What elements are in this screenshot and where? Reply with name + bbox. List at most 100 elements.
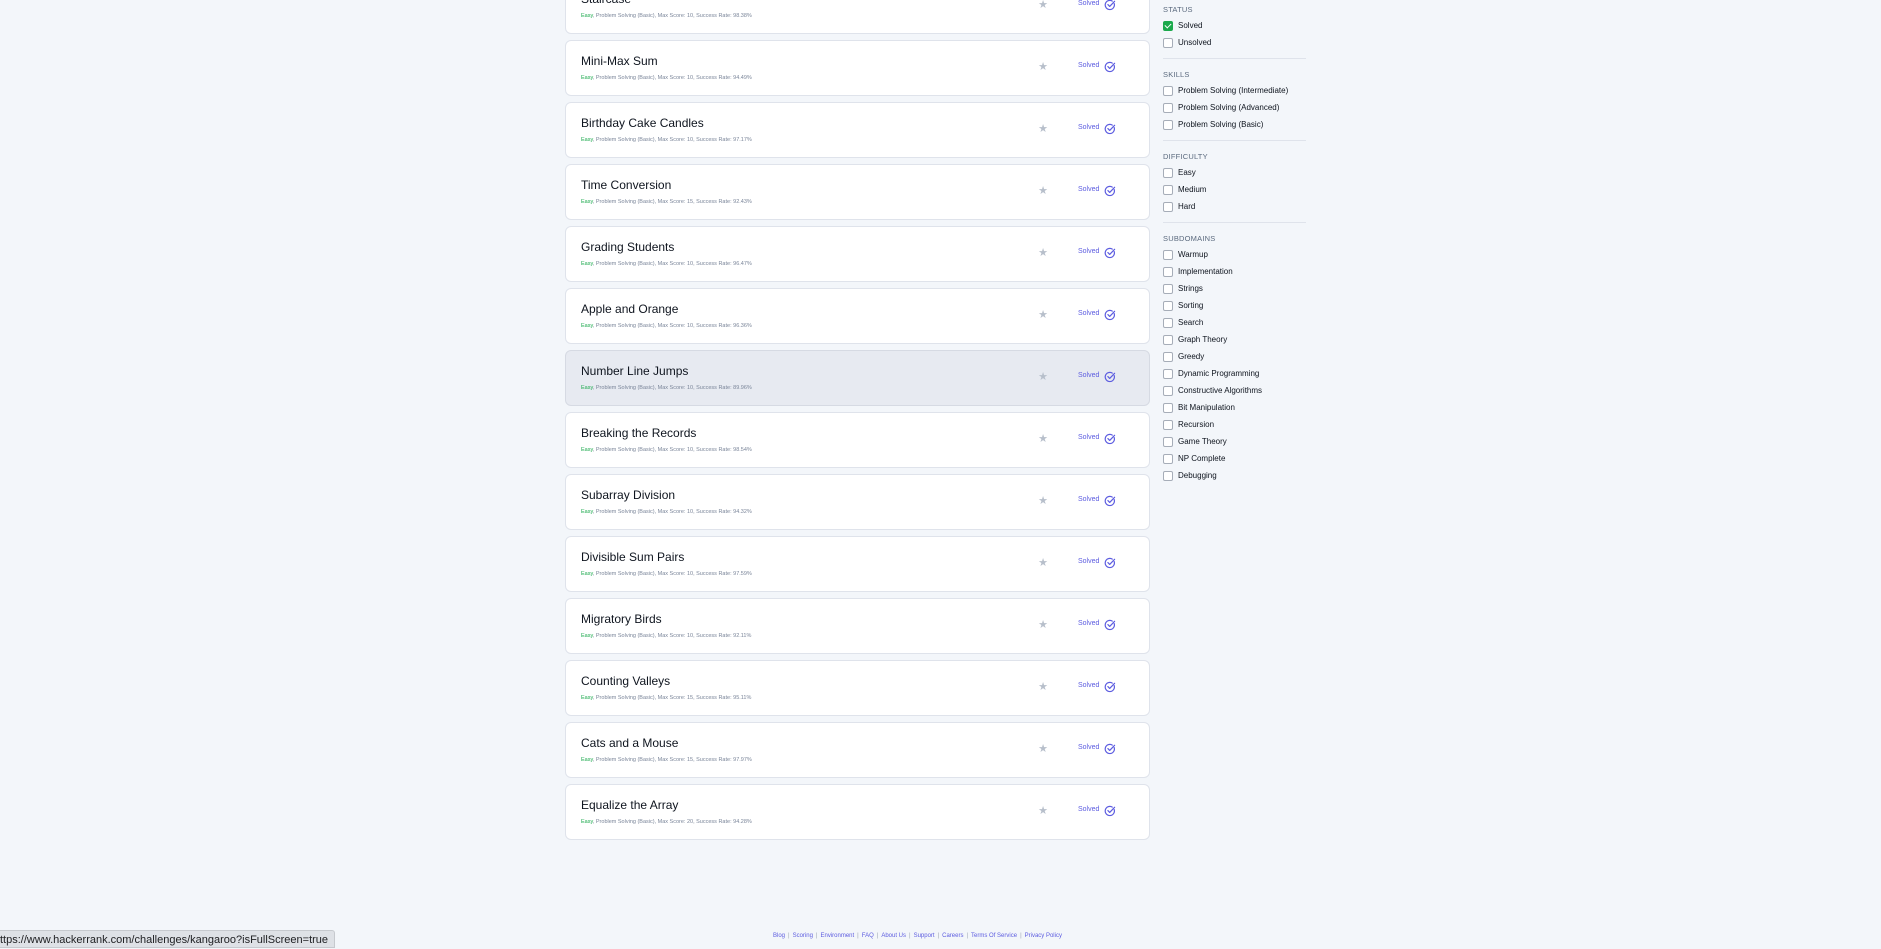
filter-subdomains-dynamic-programming[interactable]: Dynamic Programming <box>1163 365 1306 382</box>
filter-subdomains-sorting[interactable]: Sorting <box>1163 297 1306 314</box>
checkbox[interactable] <box>1163 37 1173 48</box>
filter-skills-problem-solving-advanced[interactable]: Problem Solving (Advanced) <box>1163 99 1306 116</box>
filter-subdomains-strings[interactable]: Strings <box>1163 280 1306 297</box>
filter-subdomains-debugging[interactable]: Debugging <box>1163 467 1306 484</box>
checkbox[interactable] <box>1163 102 1173 113</box>
checkbox[interactable] <box>1163 317 1173 328</box>
checkbox[interactable] <box>1163 283 1173 294</box>
challenge-card[interactable]: Mini-Max Sum Easy, Problem Solving (Basic… <box>565 40 1150 96</box>
challenge-card[interactable]: Breaking the Records Easy, Problem Solvin… <box>565 412 1150 468</box>
challenge-card[interactable]: Cats and a Mouse Easy, Problem Solving (B… <box>565 722 1150 778</box>
filter-status-unsolved[interactable]: Unsolved <box>1163 34 1306 51</box>
bookmark-star-icon[interactable]: ★ <box>1037 185 1049 197</box>
footer-link-careers[interactable]: Careers <box>942 933 963 939</box>
bookmark-star-icon[interactable]: ★ <box>1037 805 1049 817</box>
challenge-title[interactable]: Birthday Cake Candles <box>581 116 704 130</box>
bookmark-star-icon[interactable]: ★ <box>1037 123 1049 135</box>
bookmark-star-icon[interactable]: ★ <box>1037 619 1049 631</box>
footer-link-terms-of-service[interactable]: Terms Of Service <box>971 933 1017 939</box>
challenge-title[interactable]: Breaking the Records <box>581 426 696 440</box>
bookmark-star-icon[interactable]: ★ <box>1037 495 1049 507</box>
solved-status[interactable]: Solved <box>1078 806 1099 813</box>
challenge-card[interactable]: Divisible Sum Pairs Easy, Problem Solving… <box>565 536 1150 592</box>
challenge-card[interactable]: Counting Valleys Easy, Problem Solving (B… <box>565 660 1150 716</box>
challenge-card[interactable]: Grading Students Easy, Problem Solving (B… <box>565 226 1150 282</box>
challenge-card[interactable]: Time Conversion Easy, Problem Solving (Ba… <box>565 164 1150 220</box>
checkbox[interactable] <box>1163 419 1173 430</box>
solved-status[interactable]: Solved <box>1078 124 1099 131</box>
bookmark-star-icon[interactable]: ★ <box>1037 61 1049 73</box>
solved-status[interactable]: Solved <box>1078 558 1099 565</box>
checkbox[interactable] <box>1163 201 1173 212</box>
bookmark-star-icon[interactable]: ★ <box>1037 0 1049 11</box>
bookmark-star-icon[interactable]: ★ <box>1037 433 1049 445</box>
checkbox[interactable] <box>1163 249 1173 260</box>
footer-link-faq[interactable]: FAQ <box>862 933 874 939</box>
challenge-title[interactable]: Migratory Birds <box>581 612 662 626</box>
checkbox[interactable] <box>1163 368 1173 379</box>
footer-link-about-us[interactable]: About Us <box>881 933 906 939</box>
challenge-title[interactable]: Counting Valleys <box>581 674 670 688</box>
checkbox[interactable] <box>1163 184 1173 195</box>
solved-status[interactable]: Solved <box>1078 434 1099 441</box>
challenge-card[interactable]: Apple and Orange Easy, Problem Solving (B… <box>565 288 1150 344</box>
bookmark-star-icon[interactable]: ★ <box>1037 371 1049 383</box>
filter-subdomains-np-complete[interactable]: NP Complete <box>1163 450 1306 467</box>
filter-difficulty-easy[interactable]: Easy <box>1163 164 1306 181</box>
checkbox[interactable] <box>1163 385 1173 396</box>
solved-status[interactable]: Solved <box>1078 620 1099 627</box>
filter-subdomains-warmup[interactable]: Warmup <box>1163 246 1306 263</box>
bookmark-star-icon[interactable]: ★ <box>1037 247 1049 259</box>
checkbox[interactable] <box>1163 119 1173 130</box>
checkbox[interactable] <box>1163 351 1173 362</box>
solved-status[interactable]: Solved <box>1078 310 1099 317</box>
solved-status[interactable]: Solved <box>1078 62 1099 69</box>
filter-subdomains-bit-manipulation[interactable]: Bit Manipulation <box>1163 399 1306 416</box>
challenge-title[interactable]: Cats and a Mouse <box>581 736 678 750</box>
bookmark-star-icon[interactable]: ★ <box>1037 557 1049 569</box>
footer-link-privacy-policy[interactable]: Privacy Policy <box>1025 933 1062 939</box>
solved-status[interactable]: Solved <box>1078 0 1099 7</box>
filter-skills-problem-solving-basic[interactable]: Problem Solving (Basic) <box>1163 116 1306 133</box>
filter-skills-problem-solving-intermediate[interactable]: Problem Solving (Intermediate) <box>1163 82 1306 99</box>
filter-subdomains-search[interactable]: Search <box>1163 314 1306 331</box>
footer-link-blog[interactable]: Blog <box>773 933 785 939</box>
challenge-card[interactable]: Staircase Easy, Problem Solving (Basic), … <box>565 0 1150 34</box>
filter-subdomains-implementation[interactable]: Implementation <box>1163 263 1306 280</box>
challenge-title[interactable]: Number Line Jumps <box>581 364 688 378</box>
challenge-card[interactable]: Migratory Birds Easy, Problem Solving (Ba… <box>565 598 1150 654</box>
challenge-title[interactable]: Mini-Max Sum <box>581 54 658 68</box>
filter-subdomains-constructive-algorithms[interactable]: Constructive Algorithms <box>1163 382 1306 399</box>
checkbox[interactable] <box>1163 334 1173 345</box>
checkbox[interactable] <box>1163 167 1173 178</box>
solved-status[interactable]: Solved <box>1078 372 1099 379</box>
filter-subdomains-game-theory[interactable]: Game Theory <box>1163 433 1306 450</box>
bookmark-star-icon[interactable]: ★ <box>1037 743 1049 755</box>
filter-subdomains-greedy[interactable]: Greedy <box>1163 348 1306 365</box>
filter-status-solved[interactable]: Solved <box>1163 17 1306 34</box>
challenge-title[interactable]: Subarray Division <box>581 488 675 502</box>
checkbox[interactable] <box>1163 436 1173 447</box>
footer-link-support[interactable]: Support <box>914 933 935 939</box>
footer-link-environment[interactable]: Environment <box>820 933 854 939</box>
checkbox[interactable] <box>1163 85 1173 96</box>
solved-status[interactable]: Solved <box>1078 682 1099 689</box>
filter-difficulty-medium[interactable]: Medium <box>1163 181 1306 198</box>
filter-difficulty-hard[interactable]: Hard <box>1163 198 1306 215</box>
bookmark-star-icon[interactable]: ★ <box>1037 681 1049 693</box>
checkbox[interactable] <box>1163 20 1173 31</box>
checkbox[interactable] <box>1163 470 1173 481</box>
bookmark-star-icon[interactable]: ★ <box>1037 309 1049 321</box>
challenge-title[interactable]: Time Conversion <box>581 178 671 192</box>
filter-subdomains-graph-theory[interactable]: Graph Theory <box>1163 331 1306 348</box>
challenge-card[interactable]: Number Line Jumps Easy, Problem Solving (… <box>565 350 1150 406</box>
checkbox[interactable] <box>1163 402 1173 413</box>
challenge-title[interactable]: Divisible Sum Pairs <box>581 550 684 564</box>
filter-subdomains-recursion[interactable]: Recursion <box>1163 416 1306 433</box>
checkbox[interactable] <box>1163 300 1173 311</box>
footer-link-scoring[interactable]: Scoring <box>793 933 813 939</box>
challenge-title[interactable]: Staircase <box>581 0 631 6</box>
challenge-title[interactable]: Grading Students <box>581 240 674 254</box>
challenge-card[interactable]: Subarray Division Easy, Problem Solving (… <box>565 474 1150 530</box>
challenge-card[interactable]: Equalize the Array Easy, Problem Solving … <box>565 784 1150 840</box>
